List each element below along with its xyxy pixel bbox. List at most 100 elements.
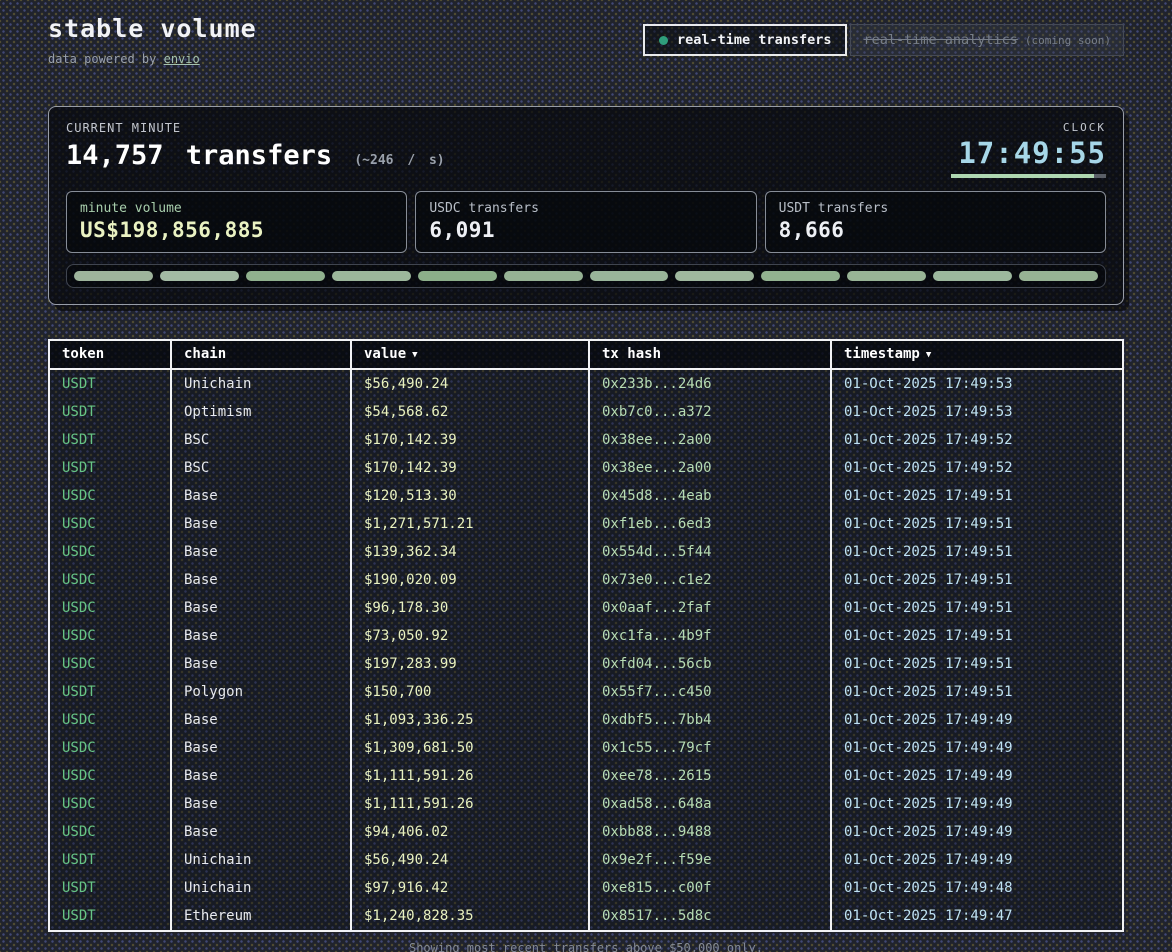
tab-real-time-analytics: real-time analytics (coming soon) bbox=[850, 24, 1124, 56]
chain-cell: Unichain bbox=[170, 846, 350, 874]
token-cell: USDC bbox=[50, 594, 170, 622]
table-row: USDC Base $139,362.34 0x554d...5f44 01-O… bbox=[50, 538, 1122, 566]
powered-by-text: data powered by bbox=[48, 52, 164, 66]
timestamp-header-label: timestamp bbox=[844, 346, 920, 362]
table-row: USDC Base $73,050.92 0xc1fa...4b9f 01-Oc… bbox=[50, 622, 1122, 650]
table-row: USDC Base $1,093,336.25 0xdbf5...7bb4 01… bbox=[50, 706, 1122, 734]
tx-hash-link[interactable]: 0xc1fa...4b9f bbox=[588, 622, 830, 650]
table-row: USDC Base $120,513.30 0x45d8...4eab 01-O… bbox=[50, 482, 1122, 510]
chain-cell: Unichain bbox=[170, 370, 350, 398]
chain-cell: Base bbox=[170, 734, 350, 762]
tx-hash-link[interactable]: 0xdbf5...7bb4 bbox=[588, 706, 830, 734]
table-row: USDT Polygon $150,700 0x55f7...c450 01-O… bbox=[50, 678, 1122, 706]
table-header-row: token chain value▼ tx hash timestamp▼ bbox=[50, 341, 1122, 370]
timestamp-cell: 01-Oct-2025 17:49:52 bbox=[830, 454, 1122, 482]
value-cell: $96,178.30 bbox=[350, 594, 588, 622]
table-row: USDC Base $1,111,591.26 0xad58...648a 01… bbox=[50, 790, 1122, 818]
transfers-count: 14,757 transfers (~246 / s) bbox=[66, 140, 445, 171]
chain-cell: Ethereum bbox=[170, 902, 350, 930]
timestamp-cell: 01-Oct-2025 17:49:49 bbox=[830, 762, 1122, 790]
table-row: USDT Optimism $54,568.62 0xb7c0...a372 0… bbox=[50, 398, 1122, 426]
value-cell: $139,362.34 bbox=[350, 538, 588, 566]
usdc-transfers-label: USDC transfers bbox=[429, 201, 742, 216]
tx-hash-link[interactable]: 0x38ee...2a00 bbox=[588, 426, 830, 454]
table-row: USDT Unichain $97,916.42 0xe815...c00f 0… bbox=[50, 874, 1122, 902]
usdt-transfers-card: USDT transfers 8,666 bbox=[765, 191, 1106, 253]
tx-hash-link[interactable]: 0x233b...24d6 bbox=[588, 370, 830, 398]
chain-cell: Base bbox=[170, 622, 350, 650]
chain-cell: BSC bbox=[170, 454, 350, 482]
column-header-timestamp[interactable]: timestamp▼ bbox=[830, 341, 1122, 368]
table-row: USDC Base $1,111,591.26 0xee78...2615 01… bbox=[50, 762, 1122, 790]
tx-hash-link[interactable]: 0x8517...5d8c bbox=[588, 902, 830, 930]
live-dot-icon bbox=[659, 36, 668, 45]
tx-hash-link[interactable]: 0x9e2f...f59e bbox=[588, 846, 830, 874]
chain-cell: Base bbox=[170, 650, 350, 678]
token-cell: USDC bbox=[50, 762, 170, 790]
timestamp-cell: 01-Oct-2025 17:49:51 bbox=[830, 482, 1122, 510]
tx-hash-link[interactable]: 0x554d...5f44 bbox=[588, 538, 830, 566]
activity-segment bbox=[761, 271, 840, 281]
table-row: USDT Ethereum $1,240,828.35 0x8517...5d8… bbox=[50, 902, 1122, 930]
token-cell: USDC bbox=[50, 790, 170, 818]
chain-cell: Base bbox=[170, 510, 350, 538]
tx-hash-link[interactable]: 0xe815...c00f bbox=[588, 874, 830, 902]
value-cell: $150,700 bbox=[350, 678, 588, 706]
hero-top-row: CURRENT MINUTE 14,757 transfers (~246 / … bbox=[66, 121, 1106, 178]
token-cell: USDT bbox=[50, 678, 170, 706]
timestamp-cell: 01-Oct-2025 17:49:53 bbox=[830, 370, 1122, 398]
sort-desc-icon: ▼ bbox=[412, 350, 417, 360]
stat-cards: minute volume US$198,856,885 USDC transf… bbox=[66, 191, 1106, 253]
column-header-token: token bbox=[50, 341, 170, 368]
activity-segment bbox=[847, 271, 926, 281]
column-header-value[interactable]: value▼ bbox=[350, 341, 588, 368]
tx-hash-link[interactable]: 0x55f7...c450 bbox=[588, 678, 830, 706]
chain-cell: Unichain bbox=[170, 874, 350, 902]
tx-hash-link[interactable]: 0xad58...648a bbox=[588, 790, 830, 818]
timestamp-cell: 01-Oct-2025 17:49:51 bbox=[830, 510, 1122, 538]
chain-cell: Base bbox=[170, 594, 350, 622]
minute-volume-label: minute volume bbox=[80, 201, 393, 216]
footer-note: Showing most recent transfers above $50,… bbox=[48, 941, 1124, 952]
envio-link[interactable]: envio bbox=[164, 52, 200, 66]
activity-segment bbox=[74, 271, 153, 281]
chain-cell: Base bbox=[170, 482, 350, 510]
tx-hash-link[interactable]: 0xee78...2615 bbox=[588, 762, 830, 790]
chain-cell: Polygon bbox=[170, 678, 350, 706]
timestamp-cell: 01-Oct-2025 17:49:51 bbox=[830, 622, 1122, 650]
chain-cell: Optimism bbox=[170, 398, 350, 426]
activity-segment bbox=[590, 271, 669, 281]
minute-stats: CURRENT MINUTE 14,757 transfers (~246 / … bbox=[66, 121, 445, 171]
table-row: USDC Base $190,020.09 0x73e0...c1e2 01-O… bbox=[50, 566, 1122, 594]
timestamp-cell: 01-Oct-2025 17:49:52 bbox=[830, 426, 1122, 454]
minute-volume-value: US$198,856,885 bbox=[80, 218, 393, 242]
value-cell: $1,093,336.25 bbox=[350, 706, 588, 734]
tx-hash-link[interactable]: 0xfd04...56cb bbox=[588, 650, 830, 678]
token-cell: USDC bbox=[50, 706, 170, 734]
token-cell: USDC bbox=[50, 622, 170, 650]
table-row: USDC Base $1,271,571.21 0xf1eb...6ed3 01… bbox=[50, 510, 1122, 538]
current-minute-label: CURRENT MINUTE bbox=[66, 121, 445, 135]
tx-hash-link[interactable]: 0x38ee...2a00 bbox=[588, 454, 830, 482]
tx-hash-link[interactable]: 0x0aaf...2faf bbox=[588, 594, 830, 622]
tx-hash-link[interactable]: 0xb7c0...a372 bbox=[588, 398, 830, 426]
value-cell: $73,050.92 bbox=[350, 622, 588, 650]
tx-hash-link[interactable]: 0x73e0...c1e2 bbox=[588, 566, 830, 594]
token-cell: USDC bbox=[50, 566, 170, 594]
current-minute-panel: CURRENT MINUTE 14,757 transfers (~246 / … bbox=[48, 106, 1124, 305]
token-cell: USDT bbox=[50, 846, 170, 874]
powered-by: data powered by envio bbox=[48, 52, 257, 66]
tx-hash-link[interactable]: 0xf1eb...6ed3 bbox=[588, 510, 830, 538]
tx-hash-link[interactable]: 0x45d8...4eab bbox=[588, 482, 830, 510]
timestamp-cell: 01-Oct-2025 17:49:49 bbox=[830, 734, 1122, 762]
token-cell: USDT bbox=[50, 902, 170, 930]
tx-hash-link[interactable]: 0x1c55...79cf bbox=[588, 734, 830, 762]
value-cell: $56,490.24 bbox=[350, 370, 588, 398]
table-row: USDT Unichain $56,490.24 0x9e2f...f59e 0… bbox=[50, 846, 1122, 874]
tx-hash-link[interactable]: 0xbb88...9488 bbox=[588, 818, 830, 846]
token-cell: USDC bbox=[50, 818, 170, 846]
value-cell: $1,240,828.35 bbox=[350, 902, 588, 930]
value-cell: $1,309,681.50 bbox=[350, 734, 588, 762]
tab-real-time-transfers[interactable]: real-time transfers bbox=[643, 24, 847, 56]
table-body: USDT Unichain $56,490.24 0x233b...24d6 0… bbox=[50, 370, 1122, 930]
